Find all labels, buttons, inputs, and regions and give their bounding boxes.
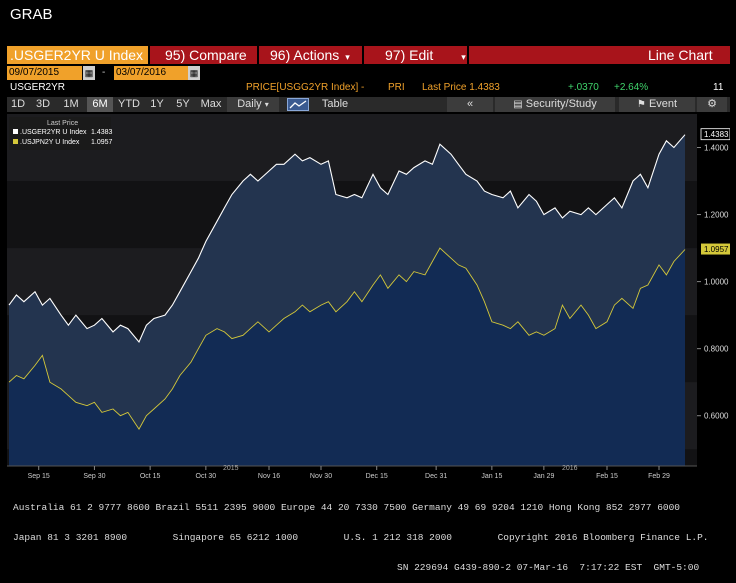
net-change: +.0370 [568,82,599,93]
x-tick-label: Nov 30 [310,473,332,480]
x-tick-label: Sep 30 [83,473,105,480]
study-icon: ▤ [513,99,523,110]
calendar-icon[interactable]: ▦ [188,66,200,80]
pri-label: PRI [388,82,405,93]
legend: Last Price .USGER2YR U Index 1.4383 .USJ… [9,117,113,150]
x-tick-label: Feb 29 [648,473,670,480]
period-max-button[interactable]: Max [197,97,225,112]
legend-swatch [13,139,18,144]
period-5y-button[interactable]: 5Y [171,97,195,112]
chevron-down-icon: ▾ [345,52,350,62]
y-tick-label: 1.0000 [704,278,729,287]
edit-button[interactable]: 97) Edit ▾ [385,46,466,64]
event-label: Event [648,98,678,110]
period-1y-button[interactable]: 1Y [145,97,169,112]
line-chart-icon[interactable] [283,97,313,112]
flag-icon: ⚑ [636,99,646,110]
x-tick-label: Oct 30 [196,473,217,480]
last-price: Last Price 1.4383 [422,82,500,93]
legend-item-name: .USJPN2Y U Index [20,139,80,146]
x-tick-label: Jan 29 [533,473,554,480]
edit-label: 97) Edit [385,47,434,63]
period-3d-button[interactable]: 3D [31,97,55,112]
legend-header: Last Price [47,120,78,127]
compare-button[interactable]: 95) Compare [165,46,247,64]
divider [467,46,469,64]
calendar-icon[interactable]: ▦ [83,66,95,80]
x-tick-label: Dec 31 [425,473,447,480]
legend-item-value: 1.0957 [91,139,113,146]
y-tick-label: 1.2000 [704,211,729,220]
frequency-select[interactable]: Daily ▾ [227,97,279,112]
period-1m-button[interactable]: 1M [57,97,85,112]
chart-area[interactable]: 1.4000 1.2000 1.0000 0.8000 0.6000 1.438… [7,114,731,518]
y-tick-label: 0.8000 [704,345,729,354]
y-tick-label: 1.4000 [704,144,729,153]
legend-swatch [13,129,18,134]
x-tick-label: Feb 15 [596,473,618,480]
footer-line: SN 229694 G439-890-2 07-Mar-16 7:17:22 E… [397,562,700,573]
year-label: 2015 [223,465,239,472]
line-chart: 1.4000 1.2000 1.0000 0.8000 0.6000 1.438… [7,114,731,518]
chevron-down-icon: ▾ [264,100,269,109]
price-field: PRICE[USGG2YR Index] - [246,82,365,93]
security-study-button[interactable]: ▤ Security/Study [495,97,615,112]
security-label: USGER2YR [10,82,66,93]
chevron-left-double-icon[interactable]: « [447,97,493,112]
footer: Australia 61 2 9777 8600 Brazil 5511 239… [13,483,709,583]
count-label: 11 [713,82,724,93]
period-6m-button[interactable]: 6M [87,97,113,112]
gear-icon[interactable]: ⚙ [697,97,727,112]
security-study-label: Security/Study [525,98,597,110]
x-tick-label: Oct 15 [140,473,161,480]
year-label: 2016 [562,465,578,472]
footer-line: Japan 81 3 3201 8900 Singapore 65 6212 1… [13,532,709,543]
frequency-label: Daily [237,98,262,110]
percent-change: +2.64% [614,82,649,93]
x-tick-label: Nov 16 [258,473,280,480]
chart-type-label[interactable]: Line Chart [648,46,713,64]
period-1d-button[interactable]: 1D [7,97,29,112]
actions-label: 96) Actions [270,47,340,63]
date-range: 09/07/2015 ▦ - 03/07/2016 ▦ [7,66,307,80]
actions-button[interactable]: 96) Actions ▾ [270,46,350,64]
divider [148,46,150,64]
period-ytd-button[interactable]: YTD [115,97,143,112]
last-value-text: 1.4383 [704,130,729,139]
command-bar: .USGER2YR U Index 95) Compare 96) Action… [7,46,730,64]
x-tick-label: Sep 15 [28,473,50,480]
footer-line: Australia 61 2 9777 8600 Brazil 5511 239… [13,502,681,513]
chevron-down-icon: ▾ [461,52,466,62]
event-button[interactable]: ⚑ Event [619,97,695,112]
legend-item-value: 1.4383 [91,129,113,136]
date-separator: - [102,67,106,78]
table-button[interactable]: Table [315,97,355,112]
end-date-input[interactable]: 03/07/2016 [114,66,189,80]
ticker-field[interactable]: .USGER2YR U Index [7,46,148,64]
app-title: GRAB [10,6,53,23]
y-tick-label: 0.6000 [704,412,729,421]
period-toolbar: 1D 3D 1M 6M YTD 1Y 5Y Max Daily ▾ Table … [7,97,730,112]
start-date-input[interactable]: 09/07/2015 [7,66,82,80]
last-value-text: 1.0957 [704,245,729,254]
info-line: USGER2YR PRICE[USGG2YR Index] - PRI Last… [10,82,725,94]
divider [362,46,364,64]
x-tick-label: Jan 15 [481,473,502,480]
x-tick-label: Dec 15 [366,473,388,480]
divider [257,46,259,64]
legend-item-name: .USGER2YR U Index [20,129,87,136]
